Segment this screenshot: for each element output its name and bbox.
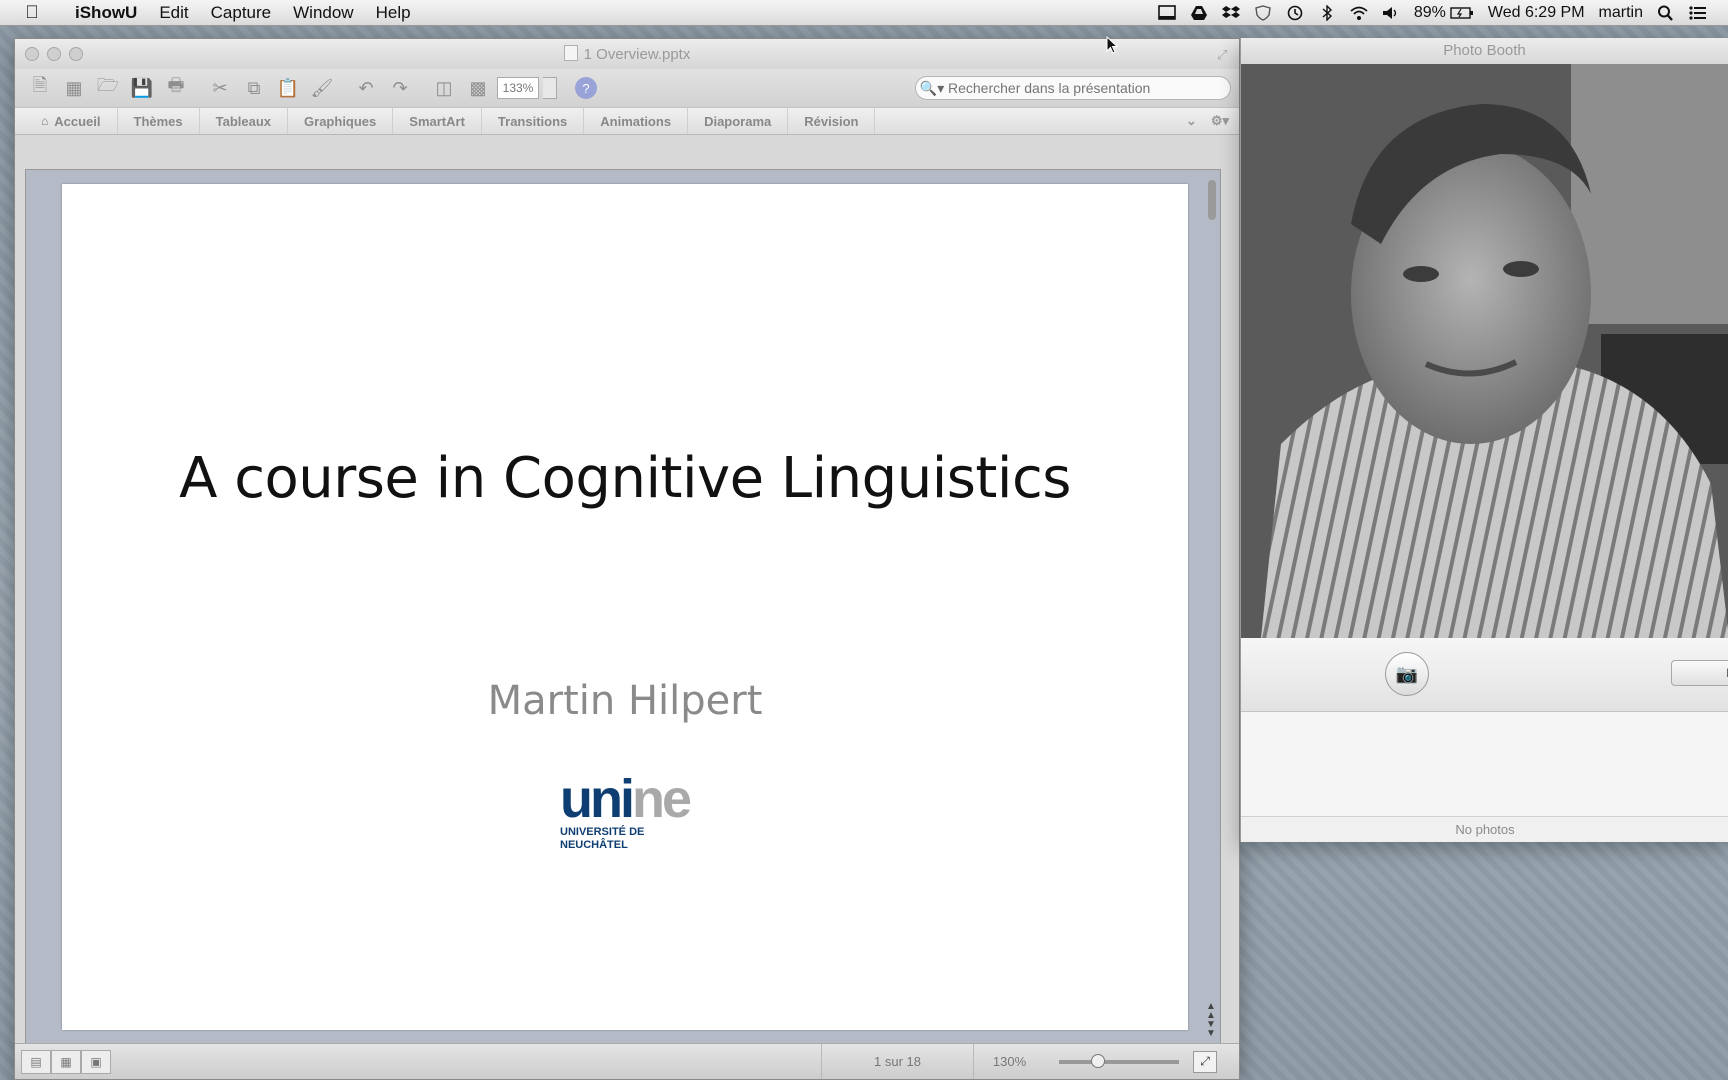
scroll-arrows-icon[interactable]: ▲ ▲ ▼ ▼ [1206, 1002, 1216, 1039]
tab-revision[interactable]: Révision [788, 108, 876, 134]
search-input[interactable] [948, 80, 1208, 96]
redo-icon[interactable]: ↷ [385, 74, 415, 102]
battery-status[interactable]: 89% [1407, 4, 1481, 22]
logo-uni: uni [560, 769, 635, 829]
slide-editing-area[interactable]: A course in Cognitive Linguistics Martin… [25, 169, 1221, 1047]
search-icon: 🔍▾ [919, 79, 945, 96]
effects-button[interactable]: E [1671, 660, 1728, 686]
slide-author[interactable]: Martin Hilpert [62, 678, 1188, 724]
menu-capture[interactable]: Capture [200, 3, 282, 23]
tab-themes[interactable]: Thèmes [118, 108, 200, 134]
search-field[interactable]: 🔍▾ [915, 76, 1231, 100]
tab-accueil[interactable]: ⌂ Accueil [25, 108, 118, 134]
photobooth-titlebar[interactable]: Photo Booth [1241, 38, 1728, 64]
fit-to-window-icon[interactable]: ⤢ [1193, 1050, 1217, 1073]
format-painter-icon[interactable]: 🖌 [307, 74, 337, 102]
tab-transitions[interactable]: Transitions [482, 108, 585, 134]
tab-label: Accueil [54, 113, 101, 129]
take-photo-camera-icon[interactable]: 📷 [1385, 652, 1429, 696]
powerpoint-titlebar[interactable]: 1 Overview.pptx ⤢ [15, 39, 1239, 69]
ribbon-settings-gear-icon[interactable]: ⚙▾ [1211, 113, 1229, 129]
save-icon[interactable]: 💾 [127, 74, 157, 102]
cut-icon[interactable]: ✂ [205, 74, 235, 102]
menu-bar:  iShowU Edit Capture Window Help 89% [0, 0, 1728, 26]
photos-status: No photos [1241, 816, 1728, 842]
camera-feed-image [1241, 64, 1728, 638]
slideshow-view-icon[interactable]: ▣ [81, 1049, 111, 1074]
tab-diaporama[interactable]: Diaporama [688, 108, 789, 134]
ribbon-controls: ⌄ ⚙▾ [1186, 108, 1239, 134]
shield-icon[interactable] [1247, 4, 1279, 21]
logo-line2: NEUCHÂTEL [560, 839, 628, 851]
zoom-field[interactable]: 133% [497, 77, 539, 99]
screen-capture-icon[interactable] [1151, 4, 1183, 21]
status-bar: ▤ ▦ ▣ 1 sur 18 130% ⤢ [15, 1043, 1239, 1079]
zoom-slider-knob[interactable] [1090, 1053, 1105, 1068]
slide-title[interactable]: A course in Cognitive Linguistics [62, 446, 1188, 511]
copy-icon[interactable]: ⧉ [239, 74, 269, 102]
paste-icon[interactable]: 📋 [273, 74, 303, 102]
collapse-ribbon-icon[interactable]: ⌄ [1186, 113, 1197, 129]
photobooth-controls: 📷 E [1241, 638, 1728, 712]
spotlight-search-icon[interactable] [1650, 5, 1682, 21]
window-title-text: 1 Overview.pptx [583, 46, 691, 63]
menu-edit[interactable]: Edit [148, 3, 199, 23]
tab-smartart[interactable]: SmartArt [393, 108, 482, 134]
help-icon[interactable]: ? [575, 77, 597, 99]
status-menus: 89% Wed 6:29 PM martin [1151, 0, 1728, 25]
sidebar-toggle-icon[interactable]: ◫ [429, 74, 459, 102]
vertical-scrollbar[interactable]: ▲ ▲ ▼ ▼ [1206, 174, 1218, 1040]
menubar-user[interactable]: martin [1592, 4, 1650, 22]
zoom-percent: 130% [973, 1044, 1045, 1079]
powerpoint-window: 1 Overview.pptx ⤢ 🗎 ▦ 🗁 💾 🖶 ✂ ⧉ 📋 🖌 ↶ ↷ … [14, 38, 1240, 1080]
battery-percent: 89% [1413, 3, 1446, 21]
tab-animations[interactable]: Animations [584, 108, 689, 134]
camera-preview [1241, 64, 1728, 638]
fullscreen-icon[interactable]: ⤢ [1217, 47, 1231, 62]
bluetooth-icon[interactable] [1311, 4, 1343, 21]
new-document-icon[interactable]: 🗎 [25, 74, 55, 102]
unine-logo[interactable]: unine UNIVERSITÉ DE NEUCHÂTEL [560, 772, 710, 872]
time-machine-icon[interactable] [1279, 5, 1311, 21]
google-drive-icon[interactable] [1183, 5, 1215, 21]
tab-tableaux[interactable]: Tableaux [200, 108, 289, 134]
mouse-cursor-icon [1106, 36, 1118, 54]
photo-strip [1241, 712, 1728, 824]
ribbon-tabs: ⌂ Accueil Thèmes Tableaux Graphiques Sma… [15, 107, 1239, 135]
battery-icon [1450, 6, 1473, 19]
undo-icon[interactable]: ↶ [351, 74, 381, 102]
menu-app-name[interactable]: iShowU [64, 3, 148, 23]
menubar-clock[interactable]: Wed 6:29 PM [1481, 4, 1592, 22]
document-icon [563, 45, 578, 61]
menu-help[interactable]: Help [365, 3, 422, 23]
notification-center-icon[interactable] [1682, 5, 1714, 21]
photobooth-window: Photo Booth 📷 E [1240, 38, 1728, 842]
logo-wordmark: unine [560, 772, 710, 826]
gallery-icon[interactable]: ▦ [59, 74, 89, 102]
media-browser-icon[interactable]: ▩ [463, 74, 493, 102]
zoom-slider[interactable] [1059, 1053, 1179, 1068]
open-folder-icon[interactable]: 🗁 [93, 74, 123, 102]
slide[interactable]: A course in Cognitive Linguistics Martin… [62, 184, 1188, 1030]
tab-graphiques[interactable]: Graphiques [288, 108, 394, 134]
apple-menu-icon[interactable]:  [0, 2, 64, 23]
slide-counter: 1 sur 18 [821, 1044, 973, 1079]
wifi-icon[interactable] [1343, 5, 1375, 21]
window-title: 1 Overview.pptx [15, 45, 1239, 63]
standard-toolbar: 🗎 ▦ 🗁 💾 🖶 ✂ ⧉ 📋 🖌 ↶ ↷ ◫ ▩ 133% ? 🔍▾ [15, 69, 1239, 107]
logo-ne: ne [631, 769, 692, 829]
home-icon: ⌂ [41, 114, 49, 128]
normal-view-icon[interactable]: ▤ [21, 1049, 51, 1074]
dropbox-icon[interactable] [1215, 5, 1247, 21]
slide-sorter-icon[interactable]: ▦ [51, 1049, 81, 1074]
scrollbar-thumb[interactable] [1208, 180, 1216, 220]
view-buttons: ▤ ▦ ▣ [21, 1049, 111, 1074]
volume-icon[interactable] [1375, 5, 1407, 21]
menu-window[interactable]: Window [282, 3, 364, 23]
print-icon[interactable]: 🖶 [161, 74, 191, 102]
zoom-dropdown-button[interactable] [543, 77, 557, 99]
